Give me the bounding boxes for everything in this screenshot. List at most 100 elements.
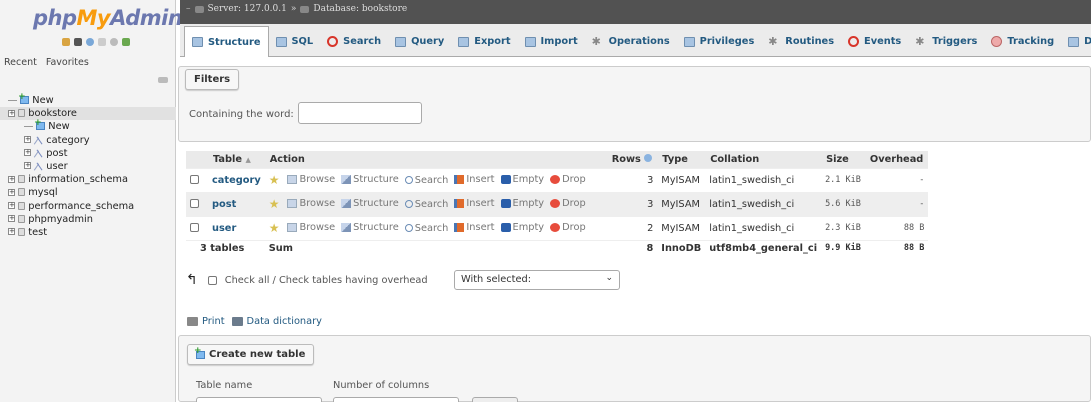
tab-operations[interactable]: ✱ Operations — [585, 27, 677, 56]
expand-icon[interactable]: + — [24, 149, 31, 157]
favorite-star-icon[interactable]: ★ — [269, 173, 280, 187]
recent-tab[interactable]: Recent — [4, 57, 37, 68]
tab-structure[interactable]: Structure — [184, 26, 269, 57]
tree-item-user[interactable]: + user — [0, 160, 176, 173]
action-empty-link[interactable]: Empty — [500, 222, 544, 233]
row-collation: latin1_swedish_ci — [705, 167, 822, 192]
table-name-link[interactable]: post — [208, 191, 265, 216]
check-all-label[interactable]: Check all / Check tables having overhead — [225, 275, 428, 286]
tab-sql[interactable]: SQL — [269, 27, 321, 56]
tab-designer[interactable]: Designer — [1061, 27, 1091, 56]
row-checkbox[interactable] — [190, 199, 199, 208]
check-all-checkbox[interactable] — [207, 275, 217, 285]
tab-privileges[interactable]: Privileges — [677, 27, 762, 56]
data-dictionary-link[interactable]: Data dictionary — [247, 316, 322, 327]
tree-item-test[interactable]: + test — [0, 226, 176, 239]
action-search-link[interactable]: Search — [404, 223, 448, 234]
expand-icon[interactable]: + — [24, 162, 31, 170]
link-with-main-icon[interactable] — [158, 77, 168, 83]
help-icon[interactable] — [86, 38, 94, 46]
row-size[interactable]: 2.1 KiB — [821, 167, 865, 192]
tree-item-phpmyadmin[interactable]: + phpmyadmin — [0, 213, 176, 226]
action-browse-link[interactable]: Browse — [287, 222, 335, 233]
header-type[interactable]: Type — [657, 151, 706, 168]
action-drop-link[interactable]: Drop — [550, 174, 586, 185]
action-insert-link[interactable]: Insert — [454, 174, 495, 185]
tree-item-performance-schema[interactable]: + performance_schema — [0, 200, 176, 213]
action-empty-link[interactable]: Empty — [500, 198, 544, 209]
docs-icon[interactable] — [98, 38, 106, 46]
number-of-columns-input[interactable] — [333, 397, 459, 402]
expand-icon[interactable]: + — [8, 175, 15, 183]
expand-icon[interactable]: + — [8, 109, 15, 117]
breadcrumb-server[interactable]: Server: 127.0.0.1 — [208, 4, 287, 14]
table-name-link[interactable]: user — [208, 215, 265, 240]
settings-icon[interactable] — [110, 38, 118, 46]
header-collation[interactable]: Collation — [705, 151, 822, 168]
new-icon — [34, 117, 46, 131]
tree-item-New[interactable]: New — [0, 91, 176, 107]
header-table[interactable]: Table ▲ — [208, 151, 265, 168]
import-icon — [524, 36, 536, 47]
phpmyadmin-logo[interactable]: phpMyAdmin — [33, 6, 183, 30]
tab-search[interactable]: Search — [320, 27, 388, 56]
table-name-input[interactable] — [196, 397, 322, 402]
action-structure-link[interactable]: Structure — [341, 222, 399, 233]
tab-query[interactable]: Query — [388, 27, 451, 56]
tab-routines[interactable]: ✱ Routines — [761, 27, 841, 56]
action-insert-link[interactable]: Insert — [454, 198, 495, 209]
action-search-link[interactable]: Search — [404, 199, 448, 210]
action-empty-link[interactable]: Empty — [500, 174, 544, 185]
row-size[interactable]: 5.6 KiB — [821, 191, 865, 216]
expand-icon[interactable]: + — [8, 228, 15, 236]
expand-icon[interactable]: + — [24, 136, 31, 144]
tree-item-mysql[interactable]: + mysql — [0, 186, 176, 199]
action-insert-link[interactable]: Insert — [454, 222, 495, 233]
tree-item-post[interactable]: + post — [0, 147, 176, 160]
favorite-star-icon[interactable]: ★ — [269, 221, 280, 235]
breadcrumb-database[interactable]: Database: bookstore — [313, 4, 407, 14]
tab-triggers[interactable]: ✱ Triggers — [908, 27, 984, 56]
tab-label: SQL — [291, 36, 314, 47]
header-overhead[interactable]: Overhead — [864, 151, 929, 168]
tree-item-label: post — [46, 147, 68, 159]
row-type: MyISAM — [657, 191, 706, 216]
tab-events[interactable]: Events — [841, 27, 908, 56]
home-icon[interactable] — [62, 38, 70, 46]
help-icon[interactable] — [644, 153, 653, 162]
action-search-link[interactable]: Search — [404, 175, 448, 186]
header-size[interactable]: Size — [821, 151, 865, 168]
table-name-link[interactable]: category — [208, 167, 265, 192]
print-link[interactable]: Print — [202, 316, 225, 327]
favorites-tab[interactable]: Favorites — [46, 57, 89, 68]
with-selected-value: With selected: — [461, 274, 532, 285]
action-drop-link[interactable]: Drop — [550, 198, 586, 209]
tab-tracking[interactable]: Tracking — [984, 27, 1061, 56]
row-checkbox[interactable] — [190, 175, 199, 184]
triggers-icon: ✱ — [915, 35, 925, 48]
with-selected-select[interactable]: With selected: ⌄ — [454, 270, 620, 290]
reload-icon[interactable] — [122, 38, 130, 46]
row-size[interactable]: 2.3 KiB — [821, 215, 865, 240]
tab-import[interactable]: Import — [518, 27, 585, 56]
action-browse-link[interactable]: Browse — [287, 174, 335, 185]
tree-item-category[interactable]: + category — [0, 134, 176, 147]
tab-export[interactable]: Export — [451, 27, 517, 56]
action-structure-link[interactable]: Structure — [341, 198, 399, 209]
sum-size: 9.9 KiB — [821, 239, 865, 256]
row-checkbox[interactable] — [190, 223, 199, 232]
expand-icon[interactable]: + — [8, 188, 15, 196]
expand-icon[interactable]: + — [8, 202, 15, 209]
action-structure-link[interactable]: Structure — [341, 174, 399, 185]
logout-icon[interactable] — [74, 38, 82, 46]
tree-item-New[interactable]: New — [0, 117, 176, 133]
favorite-star-icon[interactable]: ★ — [269, 197, 280, 211]
header-rows[interactable]: Rows — [606, 151, 658, 168]
action-browse-link[interactable]: Browse — [287, 198, 335, 209]
filter-input[interactable] — [298, 102, 422, 124]
expand-icon[interactable]: + — [8, 215, 15, 223]
action-drop-link[interactable]: Drop — [550, 222, 586, 233]
tree-item-bookstore[interactable]: + bookstore — [0, 107, 176, 121]
create-go-button[interactable] — [472, 397, 518, 402]
tree-item-information-schema[interactable]: + information_schema — [0, 173, 176, 186]
